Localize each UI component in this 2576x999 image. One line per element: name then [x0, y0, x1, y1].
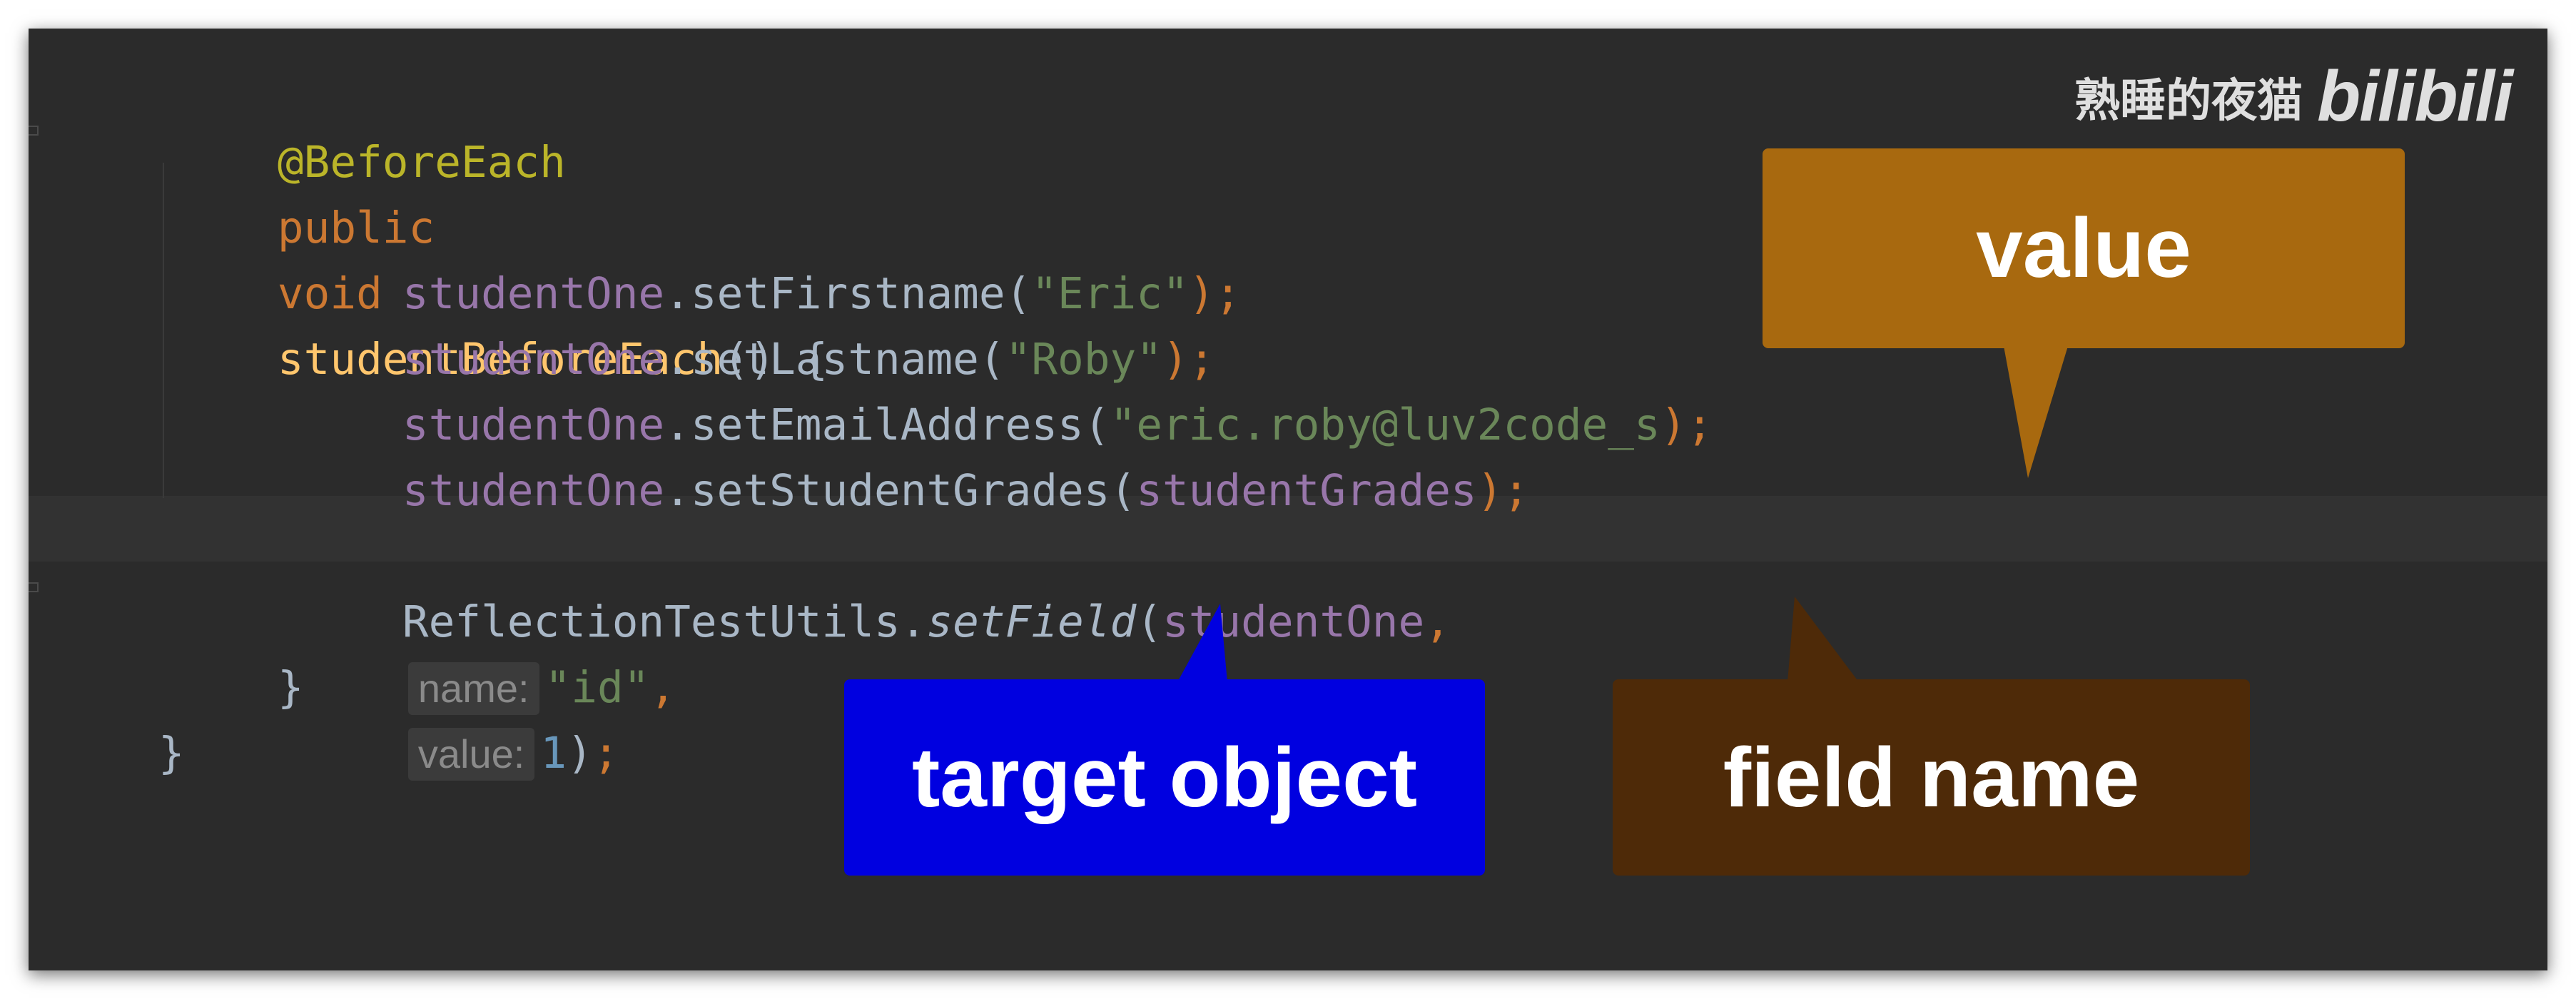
method-call-token: .setStudentGrades( — [664, 465, 1137, 516]
parameter-hint-name: name: — [407, 662, 539, 715]
callout-value-tail — [1985, 346, 2068, 478]
comma-token: , — [1424, 597, 1451, 647]
watermark: 熟睡的夜猫 bilibili — [2074, 56, 2513, 138]
callout-target-object: target object — [844, 679, 1485, 876]
callout-target-tail — [1177, 604, 1227, 682]
callout-field-label: field name — [1723, 730, 2140, 825]
code-line-annotation[interactable]: @BeforeEach — [173, 64, 566, 188]
bilibili-logo: bilibili — [2317, 56, 2513, 136]
callout-value-label: value — [1976, 201, 2191, 295]
code-line[interactable]: studentOne.setFirstname("Eric"); — [298, 196, 1241, 319]
value-argument: 1 — [540, 728, 567, 779]
code-line-reflection[interactable]: ReflectionTestUtils.setField(studentOne,… — [298, 524, 1451, 781]
indent-guide — [163, 163, 164, 498]
code-editor-frame: @BeforeEach public void studentBeforeEac… — [29, 29, 2547, 970]
code-line[interactable]: studentOne.setEmailAddress("eric.roby@lu… — [298, 327, 1713, 450]
code-line-close-method[interactable]: } — [173, 589, 304, 713]
watermark-author: 熟睡的夜猫 — [2074, 74, 2303, 128]
object-token: studentOne — [402, 465, 665, 516]
argument-token: studentGrades — [1136, 465, 1477, 516]
static-method-token: setField — [926, 597, 1137, 647]
code-line[interactable]: studentOne.setStudentGrades(studentGrade… — [298, 392, 1529, 516]
callout-field-name: field name — [1613, 679, 2250, 876]
field-name-argument: "id" — [544, 662, 650, 713]
paren-close-token: ) — [567, 728, 593, 779]
callout-target-label: target object — [911, 730, 1418, 825]
parameter-hint-value: value: — [407, 728, 535, 781]
brace-token: } — [158, 728, 185, 779]
callout-value: value — [1763, 148, 2405, 348]
statement-end-token: ); — [1476, 465, 1530, 516]
brace-token: } — [277, 662, 304, 713]
callout-field-tail — [1788, 597, 1859, 682]
statement-end-token: ); — [1660, 400, 1713, 450]
class-token: ReflectionTestUtils. — [402, 597, 927, 647]
fold-marker-icon[interactable] — [29, 126, 39, 136]
fold-marker-icon[interactable] — [29, 582, 39, 592]
comma-token: , — [649, 662, 676, 713]
paren-open-token: ( — [1136, 597, 1162, 647]
code-line-signature[interactable]: public void studentBeforeEach() { — [173, 130, 828, 385]
semicolon-token: ; — [592, 728, 619, 779]
code-line[interactable]: studentOne.setLastname("Roby"); — [298, 261, 1215, 385]
code-line-close-class[interactable]: } — [54, 655, 185, 779]
